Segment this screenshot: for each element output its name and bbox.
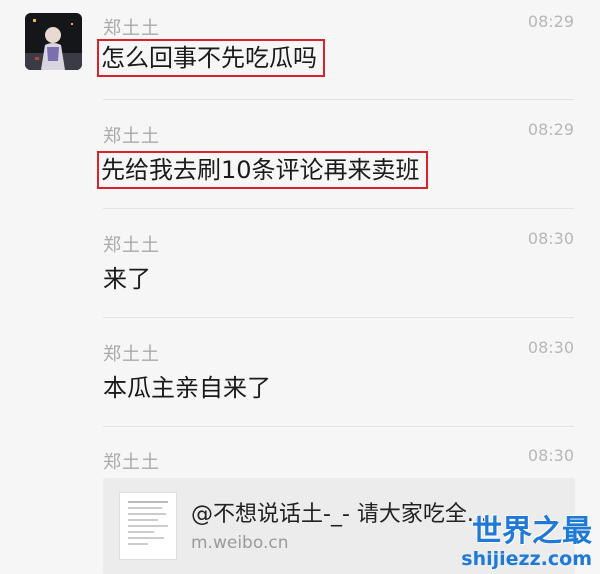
message-text[interactable]: 怎么回事不先吃瓜吗 — [97, 39, 325, 77]
divider — [103, 99, 574, 100]
message-time: 08:30 — [527, 446, 574, 465]
sender-name: 郑土土 — [103, 344, 160, 365]
message-text[interactable]: 本瓜主亲自来了 — [103, 373, 271, 403]
message-time: 08:29 — [527, 120, 574, 139]
sender-name: 郑土土 — [103, 235, 160, 256]
sender-name: 郑土土 — [103, 126, 160, 147]
message-time: 08:29 — [527, 12, 574, 31]
message-time: 08:30 — [527, 229, 574, 248]
watermark-title: 世界之最 — [472, 514, 592, 549]
avatar-image — [25, 13, 82, 70]
sender-name: 郑土土 — [103, 452, 160, 473]
divider — [103, 317, 574, 318]
watermark-domain: shijiezz.com — [461, 548, 592, 570]
message-text[interactable]: 先给我去刷10条评论再来卖班 — [97, 151, 428, 189]
divider — [103, 426, 574, 427]
message-time: 08:30 — [527, 338, 574, 357]
divider — [103, 208, 574, 209]
avatar[interactable] — [25, 13, 82, 70]
chat-conversation: 郑土土 08:29 怎么回事不先吃瓜吗 郑土土 08:29 先给我去刷10条评论… — [0, 0, 600, 574]
watermark: 世界之最 shijiezz.com — [461, 514, 592, 571]
message-text[interactable]: 来了 — [103, 264, 151, 294]
link-url: m.weibo.cn — [191, 533, 289, 553]
link-thumbnail — [119, 492, 177, 560]
sender-name: 郑土土 — [103, 18, 160, 39]
